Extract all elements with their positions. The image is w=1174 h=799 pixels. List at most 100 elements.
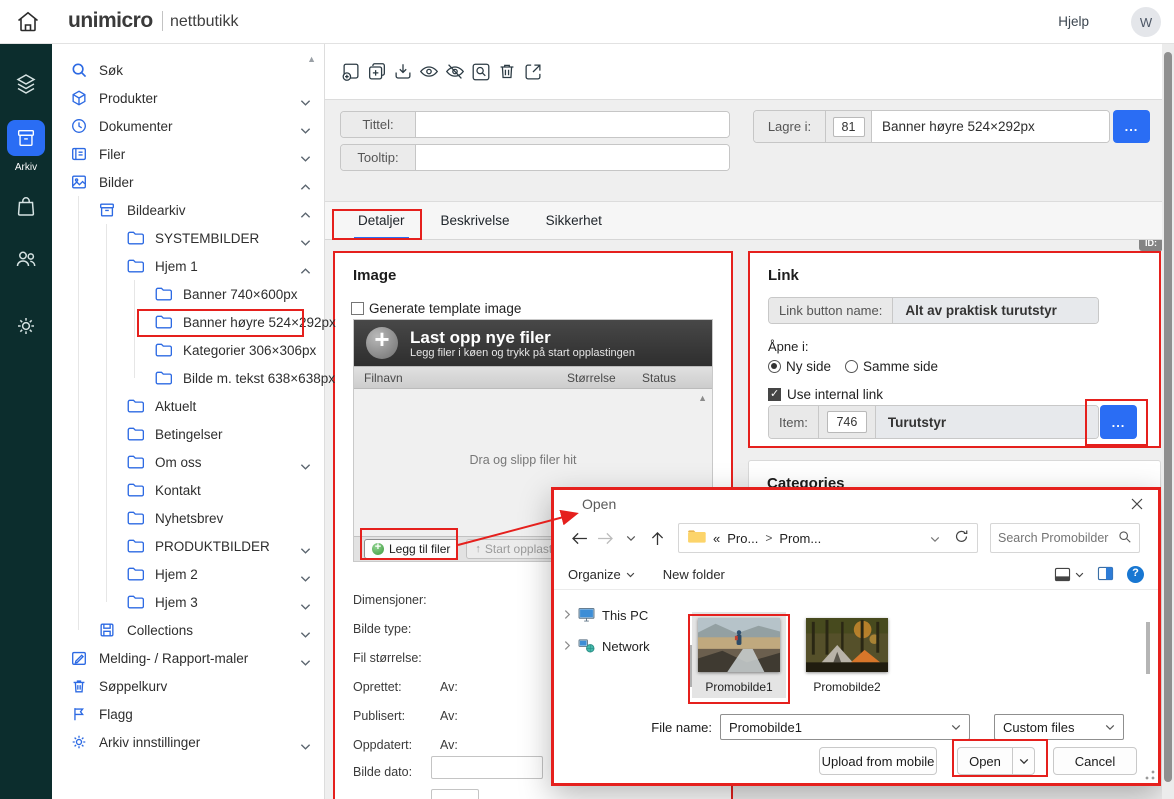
breadcrumb-parent[interactable]: Pro... <box>727 531 758 546</box>
open-button[interactable]: Open <box>957 747 1013 775</box>
help-link[interactable]: Hjelp <box>1058 14 1089 29</box>
chevron-up-icon[interactable] <box>300 206 311 224</box>
avatar[interactable]: W <box>1131 7 1161 37</box>
tree-item-this-pc[interactable]: This PC <box>554 600 692 631</box>
address-chevron-down-icon[interactable] <box>930 531 940 546</box>
gear-icon[interactable] <box>14 314 38 338</box>
dropzone-scroll-up-icon[interactable]: ▲ <box>698 393 707 403</box>
new-folder-button[interactable]: New folder <box>663 567 725 582</box>
nav-item-betingelser[interactable]: Betingelser <box>52 420 324 448</box>
show-icon[interactable] <box>418 60 441 84</box>
tittel-input[interactable] <box>416 112 729 137</box>
nav-item-sok[interactable]: Søk <box>52 56 324 84</box>
nav-item-melding-rapport[interactable]: Melding- / Rapport-maler <box>52 644 324 672</box>
chevron-down-icon[interactable] <box>300 458 311 476</box>
nav-item-bilde-m-tekst[interactable]: Bilde m. tekst 638×638px <box>52 364 324 392</box>
chevron-down-icon[interactable] <box>300 654 311 672</box>
chevron-down-icon[interactable] <box>300 598 311 616</box>
rail-item-arkiv[interactable] <box>7 120 45 156</box>
address-bar[interactable]: « Pro... > Prom... <box>678 523 978 553</box>
breadcrumb-current[interactable]: Prom... <box>779 531 821 546</box>
up-icon[interactable] <box>644 528 670 548</box>
nav-item-banner-hoyre[interactable]: Banner høyre 524×292px <box>52 308 324 336</box>
chevron-down-icon[interactable] <box>300 570 311 588</box>
preview-icon[interactable] <box>470 60 493 84</box>
page-scrollbar[interactable] <box>1162 44 1174 799</box>
item-browse-button[interactable]: ... <box>1100 405 1137 439</box>
download-icon[interactable] <box>392 60 415 84</box>
tab-detaljer[interactable]: Detaljer <box>358 202 405 240</box>
nav-item-produkter[interactable]: Produkter <box>52 84 324 112</box>
upload-from-mobile-button[interactable]: Upload from mobile <box>819 747 937 775</box>
nav-item-banner-740[interactable]: Banner 740×600px <box>52 280 324 308</box>
nav-item-aktuelt[interactable]: Aktuelt <box>52 392 324 420</box>
radio-samme-side[interactable] <box>845 360 858 373</box>
preview-pane-icon[interactable] <box>1097 566 1114 584</box>
help-icon[interactable]: ? <box>1127 566 1144 583</box>
add-files-button[interactable]: Legg til filer <box>364 539 458 559</box>
home-icon[interactable] <box>14 9 42 35</box>
search-input[interactable] <box>998 531 1118 545</box>
chevron-down-icon[interactable] <box>300 122 311 140</box>
recent-locations-chevron-icon[interactable] <box>618 528 644 548</box>
extra-input[interactable] <box>431 789 479 799</box>
generate-template-row[interactable]: Generate template image <box>351 301 521 316</box>
resize-grip[interactable] <box>1145 770 1155 780</box>
nav-item-filer[interactable]: Filer <box>52 140 324 168</box>
nav-item-arkiv-innstillinger[interactable]: Arkiv innstillinger <box>52 728 324 756</box>
nav-item-om-oss[interactable]: Om oss <box>52 448 324 476</box>
bag-icon[interactable] <box>14 194 38 218</box>
duplicate-icon[interactable] <box>366 60 389 84</box>
chevron-down-icon[interactable] <box>300 234 311 252</box>
radio-ny-side[interactable] <box>768 360 781 373</box>
file-type-select[interactable]: Custom files <box>994 714 1124 740</box>
chevron-down-icon[interactable] <box>300 94 311 112</box>
nav-item-hjem1[interactable]: Hjem 1 <box>52 252 324 280</box>
generate-template-checkbox[interactable] <box>351 302 364 315</box>
nav-item-flagg[interactable]: Flagg <box>52 700 324 728</box>
chevron-down-icon[interactable] <box>300 626 311 644</box>
nav-item-kontakt[interactable]: Kontakt <box>52 476 324 504</box>
nav-item-bildearkiv[interactable]: Bildearkiv <box>52 196 324 224</box>
cancel-button[interactable]: Cancel <box>1053 747 1137 775</box>
nav-item-nyhetsbrev[interactable]: Nyhetsbrev <box>52 504 324 532</box>
refresh-icon[interactable] <box>954 529 969 547</box>
forward-icon[interactable] <box>592 528 618 548</box>
back-icon[interactable] <box>566 528 592 548</box>
internal-link-checkbox[interactable] <box>768 388 781 401</box>
file-item-promobilde2[interactable]: Promobilde2 <box>800 612 894 698</box>
tab-beskrivelse[interactable]: Beskrivelse <box>441 202 510 240</box>
organize-menu[interactable]: Organize <box>568 567 635 582</box>
close-icon[interactable] <box>1130 497 1146 513</box>
chevron-down-icon[interactable] <box>300 542 311 560</box>
image-date-input[interactable] <box>431 756 543 779</box>
nav-item-kategorier[interactable]: Kategorier 306×306px <box>52 336 324 364</box>
delete-icon[interactable] <box>496 60 519 84</box>
lagre-browse-button[interactable]: ... <box>1113 110 1150 143</box>
move-out-icon[interactable] <box>522 60 545 84</box>
chevron-right-icon[interactable] <box>564 639 571 654</box>
chevron-down-icon[interactable] <box>300 150 311 168</box>
view-mode-icon[interactable] <box>1054 567 1084 582</box>
hide-icon[interactable] <box>444 60 467 84</box>
nav-item-produktbilder[interactable]: PRODUKTBILDER <box>52 532 324 560</box>
tree-item-network[interactable]: Network <box>554 631 692 662</box>
internal-link-row[interactable]: Use internal link <box>768 387 883 402</box>
file-item-promobilde1[interactable]: Promobilde1 <box>692 612 786 698</box>
nav-item-soppelkurv[interactable]: Søppelkurv <box>52 672 324 700</box>
people-icon[interactable] <box>14 247 38 271</box>
chevron-up-icon[interactable] <box>300 178 311 196</box>
search-icon[interactable] <box>1118 530 1132 547</box>
file-name-combobox[interactable]: Promobilde1 <box>720 714 970 740</box>
tooltip-input[interactable] <box>416 145 729 170</box>
nav-item-hjem3[interactable]: Hjem 3 <box>52 588 324 616</box>
item-value[interactable]: Turutstyr <box>876 406 1098 438</box>
nav-item-collections[interactable]: Collections <box>52 616 324 644</box>
link-name-value[interactable]: Alt av praktisk turutstyr <box>893 298 1098 323</box>
chevron-right-icon[interactable] <box>564 608 571 623</box>
nav-item-dokumenter[interactable]: Dokumenter <box>52 112 324 140</box>
nav-item-bilder[interactable]: Bilder <box>52 168 324 196</box>
chevron-down-icon[interactable] <box>300 738 311 756</box>
tab-sikkerhet[interactable]: Sikkerhet <box>546 202 602 240</box>
nav-item-systembilder[interactable]: SYSTEMBILDER <box>52 224 324 252</box>
